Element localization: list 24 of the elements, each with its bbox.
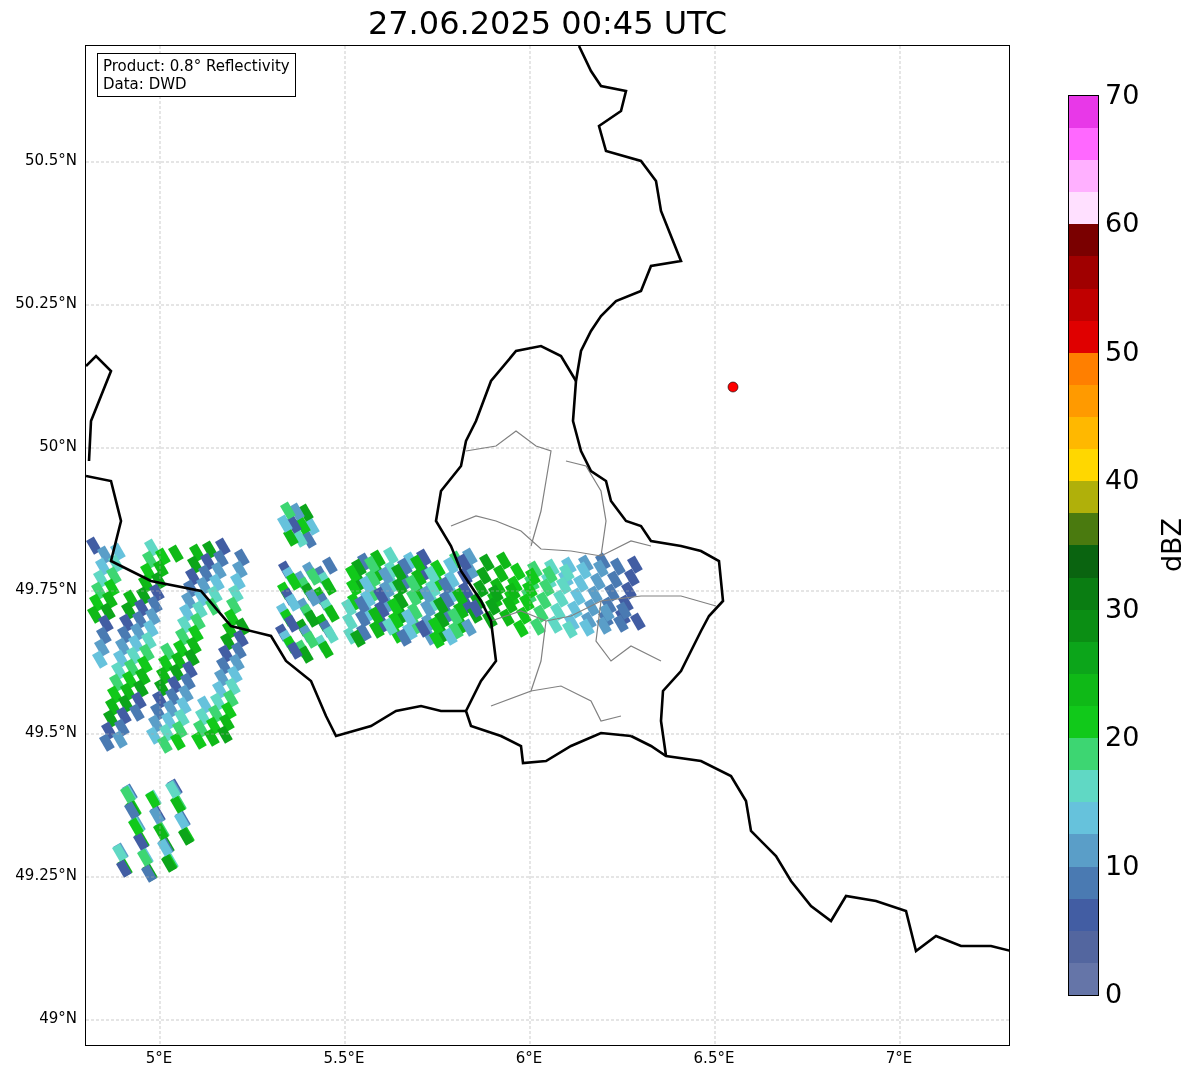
info-text: Product: 0.8° Reflectivity	[103, 57, 290, 75]
chart-title: 27.06.2025 00:45 UTC	[367, 6, 728, 39]
info-text: Data: DWD	[103, 75, 188, 93]
colorbar-tick-label: 30	[1105, 594, 1140, 622]
latitude-label: 49.75°N	[15, 582, 77, 597]
colorbar-label: dBZ	[1157, 517, 1185, 573]
latitude-label: 50.25°N	[15, 296, 77, 311]
latitude-label: 49.25°N	[15, 868, 77, 883]
colorbar-tick-label: 10	[1105, 851, 1140, 879]
colorbar-tick-label: 50	[1105, 337, 1140, 365]
latitude-label: 49.5°N	[24, 725, 77, 740]
colorbar-tick-label: 60	[1105, 209, 1140, 237]
longitude-label: 7°E	[885, 1051, 913, 1066]
longitude-label: 6.5°E	[693, 1051, 735, 1066]
longitude-label: 5.5°E	[323, 1051, 365, 1066]
longitude-label: 5°E	[145, 1051, 173, 1066]
latitude-label: 50°N	[39, 439, 77, 454]
colorbar-tick-label: 70	[1105, 81, 1140, 108]
latitude-label: 50.5°N	[24, 153, 77, 168]
colorbar-tick-label: 40	[1105, 466, 1140, 494]
latitude-label: 49°N	[39, 1011, 77, 1026]
longitude-label: 6°E	[515, 1051, 543, 1066]
colorbar-tick-label: 0	[1105, 980, 1123, 1007]
colorbar-tick-label: 20	[1105, 723, 1140, 751]
